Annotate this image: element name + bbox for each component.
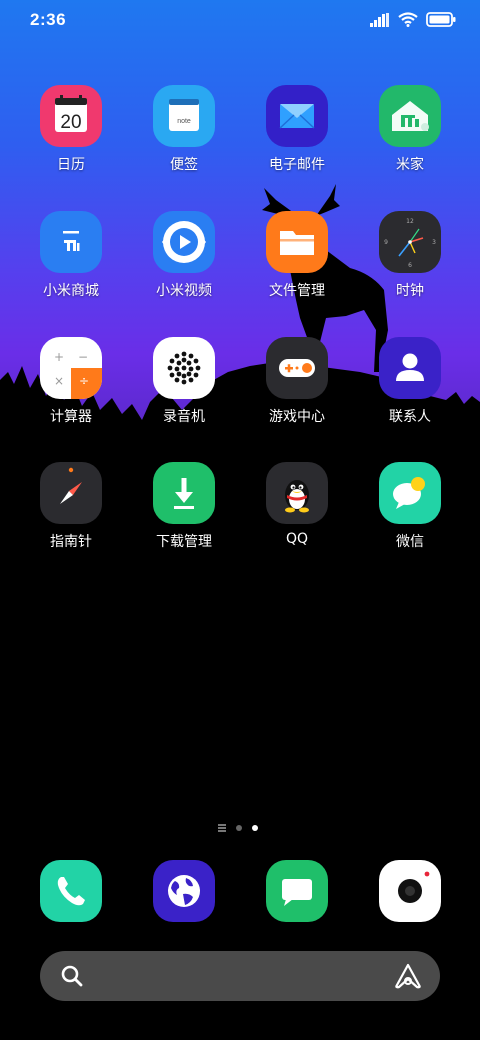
svg-text:6: 6 [408, 262, 412, 269]
mi-video-icon [153, 211, 215, 273]
svg-text:−: − [78, 350, 88, 364]
wifi-icon [398, 12, 418, 27]
mi-store-icon [40, 211, 102, 273]
app-label: 下载管理 [156, 534, 212, 550]
app-label: 微信 [396, 534, 424, 550]
page-list-icon[interactable] [218, 824, 226, 832]
app-contacts[interactable]: 联系人 [355, 337, 465, 426]
app-calendar[interactable]: 20 日历 [16, 85, 126, 174]
phone-icon [40, 860, 102, 922]
search-icon[interactable] [60, 964, 84, 992]
browser-globe-icon [153, 860, 215, 922]
dock-phone[interactable] [16, 860, 126, 922]
gamepad-icon [266, 337, 328, 399]
app-mi-store[interactable]: 小米商城 [16, 211, 126, 300]
app-notes[interactable]: note 便签 [129, 85, 239, 174]
folder-icon [266, 211, 328, 273]
page-dot[interactable] [236, 824, 242, 831]
mail-icon [266, 85, 328, 147]
app-game-center[interactable]: 游戏中心 [242, 337, 352, 426]
dock-browser[interactable] [129, 860, 239, 922]
status-bar: 2:36 [0, 0, 480, 40]
assistant-icon[interactable] [394, 963, 422, 993]
app-qq[interactable]: QQ [242, 462, 352, 547]
app-mi-video[interactable]: 小米视频 [129, 211, 239, 300]
app-wechat[interactable]: 微信 [355, 462, 465, 551]
svg-text:9: 9 [384, 239, 388, 246]
messages-icon [266, 860, 328, 922]
clock-icon: 12 6 9 3 [379, 211, 441, 273]
app-label: 指南针 [50, 534, 92, 550]
download-icon [153, 462, 215, 524]
app-label: 电子邮件 [269, 157, 325, 173]
compass-icon [40, 462, 102, 524]
page-dot-active[interactable] [252, 824, 258, 831]
qq-penguin-icon [266, 462, 328, 524]
notes-text: note [177, 118, 191, 125]
status-time: 2:36 [30, 10, 67, 29]
app-calculator[interactable]: + − × ÷ 计算器 [16, 337, 126, 426]
dock-messages[interactable] [242, 860, 352, 922]
app-download-manager[interactable]: 下载管理 [129, 462, 239, 551]
app-label: 米家 [396, 157, 424, 173]
app-label: 游戏中心 [269, 409, 325, 425]
app-label: 便签 [170, 157, 198, 173]
dock-camera[interactable] [355, 860, 465, 922]
calendar-icon: 20 [40, 85, 102, 147]
app-label: 联系人 [389, 409, 431, 425]
app-label: 计算器 [50, 409, 92, 425]
calculator-icon: + − × ÷ [40, 337, 102, 399]
app-label: 录音机 [163, 409, 205, 425]
app-label: 小米商城 [43, 283, 99, 299]
page-indicator [218, 824, 258, 832]
svg-text:12: 12 [406, 218, 414, 225]
app-compass[interactable]: 指南针 [16, 462, 126, 551]
app-label: 文件管理 [269, 283, 325, 299]
calendar-date: 20 [60, 112, 81, 133]
svg-text:×: × [54, 374, 64, 388]
app-label: 小米视频 [156, 283, 212, 299]
battery-icon [426, 12, 456, 27]
svg-text:3: 3 [432, 239, 436, 246]
app-clock[interactable]: 12 6 9 3 时钟 [355, 211, 465, 300]
svg-text:÷: ÷ [79, 374, 89, 388]
app-label: 日历 [57, 157, 85, 173]
app-email[interactable]: 电子邮件 [242, 85, 352, 174]
status-icons [370, 12, 456, 27]
mijia-home-icon [379, 85, 441, 147]
app-label: 时钟 [396, 283, 424, 299]
signal-icon [370, 12, 389, 27]
camera-icon [379, 860, 441, 922]
app-recorder[interactable]: 录音机 [129, 337, 239, 426]
notes-icon: note [153, 85, 215, 147]
app-mijia[interactable]: 米家 [355, 85, 465, 174]
wechat-icon [379, 462, 441, 524]
contacts-icon [379, 337, 441, 399]
app-label: QQ [285, 531, 309, 547]
app-file-manager[interactable]: 文件管理 [242, 211, 352, 300]
search-bar[interactable] [40, 951, 440, 1001]
recorder-icon [153, 337, 215, 399]
svg-text:+: + [54, 350, 64, 364]
